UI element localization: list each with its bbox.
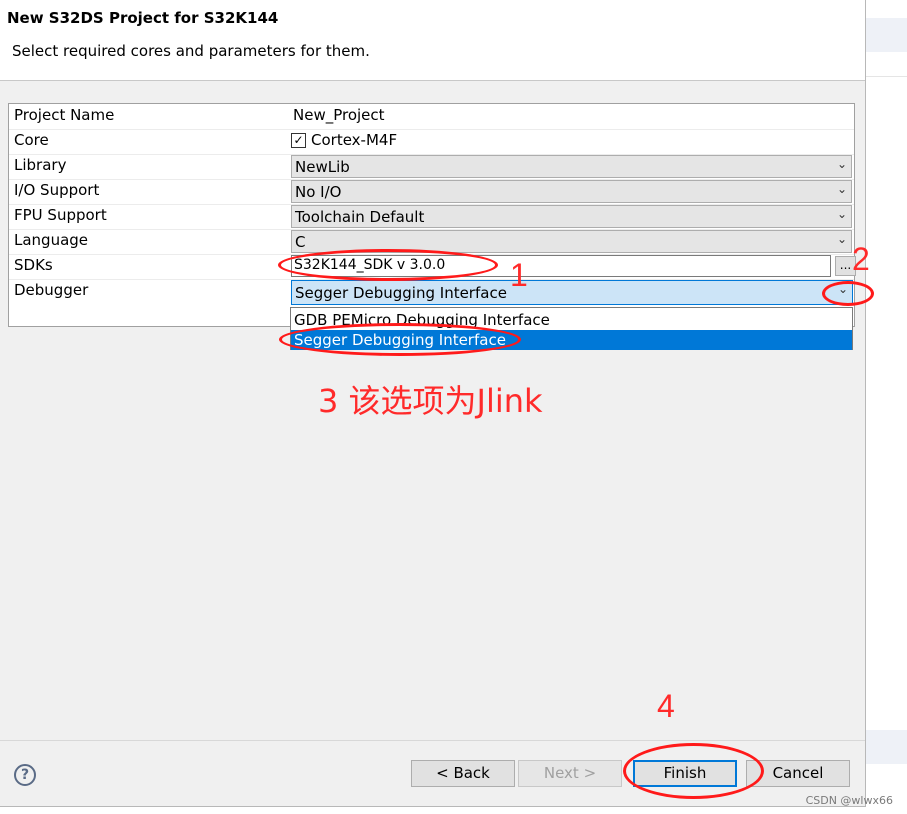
io-support-value: No I/O (295, 183, 342, 201)
core-checkbox[interactable]: ✓ (291, 133, 306, 148)
dialog-header: New S32DS Project for S32K144 Select req… (0, 0, 865, 81)
row-fpu-support: FPU Support Toolchain Default ⌄ (9, 204, 854, 230)
label-library: Library (14, 156, 67, 174)
fpu-support-select[interactable]: Toolchain Default ⌄ (291, 205, 852, 228)
label-fpu-support: FPU Support (14, 206, 107, 224)
debugger-value: Segger Debugging Interface (295, 284, 507, 302)
row-project-name: Project Name New_Project (9, 104, 854, 130)
library-value: NewLib (295, 158, 350, 176)
label-project-name: Project Name (14, 106, 115, 124)
annotation-ellipse-finish (623, 743, 764, 799)
background-band (866, 18, 907, 52)
annotation-2: 2 (852, 241, 870, 277)
parameters-table: Project Name New_Project Core ✓ Cortex-M… (8, 103, 856, 327)
row-debugger: Debugger Segger Debugging Interface ⌄ (9, 279, 854, 305)
label-core: Core (14, 131, 49, 149)
annotation-4: 4 (657, 688, 675, 724)
annotation-ellipse-sdk (278, 249, 498, 281)
next-button[interactable]: Next > (518, 760, 622, 787)
chevron-down-icon: ⌄ (836, 157, 847, 171)
chevron-down-icon: ⌄ (836, 182, 847, 196)
label-sdks: SDKs (14, 256, 53, 274)
watermark: CSDN @wlwx66 (805, 794, 893, 807)
core-value: Cortex-M4F (311, 131, 398, 149)
io-support-select[interactable]: No I/O ⌄ (291, 180, 852, 203)
annotation-1: 1 (510, 257, 528, 293)
help-icon[interactable]: ? (14, 764, 36, 786)
row-io-support: I/O Support No I/O ⌄ (9, 179, 854, 205)
checkmark-icon: ✓ (293, 133, 304, 147)
dialog-subtitle: Select required cores and parameters for… (12, 42, 370, 60)
label-language: Language (14, 231, 89, 249)
annotation-ellipse-segger (279, 323, 521, 356)
project-name-value: New_Project (293, 106, 385, 124)
row-library: Library NewLib ⌄ (9, 154, 854, 180)
project-name-field[interactable]: New_Project (291, 104, 853, 128)
footer-divider (0, 740, 865, 741)
back-button[interactable]: < Back (411, 760, 515, 787)
annotation-3: 3 该选项为Jlink (318, 382, 543, 420)
language-value: C (295, 233, 306, 251)
background-line (866, 76, 907, 77)
fpu-support-value: Toolchain Default (295, 208, 425, 226)
label-debugger: Debugger (14, 281, 89, 299)
label-io-support: I/O Support (14, 181, 100, 199)
background-window (866, 0, 907, 814)
dialog-title: New S32DS Project for S32K144 (7, 9, 279, 27)
library-select[interactable]: NewLib ⌄ (291, 155, 852, 178)
background-band-lower (866, 730, 907, 764)
debugger-select[interactable]: Segger Debugging Interface ⌄ (291, 280, 853, 305)
chevron-down-icon: ⌄ (836, 207, 847, 221)
annotation-ellipse-chevron (822, 281, 874, 306)
chevron-down-icon: ⌄ (836, 232, 847, 246)
row-core: Core ✓ Cortex-M4F (9, 129, 854, 155)
